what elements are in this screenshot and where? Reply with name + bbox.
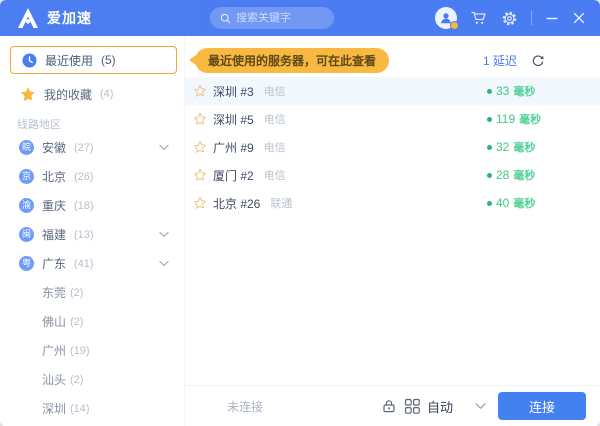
region-badge: 闽 [19, 227, 34, 242]
favorites-label: 我的收藏 [44, 87, 93, 102]
server-carrier: 联通 [270, 198, 293, 210]
favorites-count: (4) [100, 88, 114, 100]
search-input[interactable] [236, 12, 324, 24]
chevron-down-icon[interactable] [159, 144, 169, 151]
region-badge: 渝 [19, 198, 34, 213]
cart-button[interactable] [470, 9, 488, 27]
chevron-down-icon[interactable] [159, 260, 169, 267]
sidebar-city-guangzhou[interactable]: 广州 (19) [0, 336, 184, 365]
connect-button[interactable]: 连接 [498, 392, 586, 420]
region-badge: 粤 [19, 256, 34, 271]
server-row-beijing-26[interactable]: 北京 #26 联通 40 毫秒 [185, 189, 600, 217]
server-row-guangzhou-9[interactable]: 广州 #9 电信 32 毫秒 [185, 133, 600, 161]
tooltip-text: 最近使用的服务器，可在此查看 [208, 54, 377, 68]
sidebar-region-anhui[interactable]: 皖 安徽 (27) [0, 133, 184, 162]
favorite-star-icon[interactable] [193, 168, 207, 182]
sidebar-city-shenzhen[interactable]: 深圳 (14) [0, 394, 184, 423]
lock-icon[interactable] [381, 398, 397, 414]
top-bar: 爱加速 [0, 0, 600, 36]
latency-sort-label[interactable]: 1 延迟 [483, 52, 517, 69]
chevron-down-icon[interactable] [159, 231, 169, 238]
tooltip-arrow-left [189, 55, 196, 65]
connection-bar: 未连接 自动 连接 [185, 385, 600, 426]
server-panel: 最近使用的服务器，可在此查看 1 延迟 深圳 #3 电信 33 毫秒 深圳 #5… [185, 36, 600, 426]
region-badge: 皖 [19, 140, 34, 155]
recent-tooltip: 最近使用的服务器，可在此查看 [189, 48, 390, 73]
app-window: 爱加速 搜索关键字 最近使用 (5) 我的收藏 (4) 线路地区 皖 安徽 (2… [0, 0, 600, 426]
server-latency: 119 毫秒 [487, 111, 557, 127]
favorite-star-icon[interactable] [193, 196, 207, 210]
server-latency: 32 毫秒 [487, 139, 557, 155]
vip-badge [450, 21, 459, 30]
cart-icon [471, 11, 486, 24]
gear-icon [502, 11, 517, 25]
sidebar-city-foshan[interactable]: 佛山 (2) [0, 307, 184, 336]
star-icon [21, 87, 35, 102]
connection-status: 未连接 [227, 399, 264, 414]
server-list: 深圳 #3 电信 33 毫秒 深圳 #5 电信 119 毫秒 广州 #9 电信 32… [185, 77, 600, 217]
server-name: 广州 #9 [213, 140, 254, 155]
topbar-actions [435, 7, 586, 30]
server-carrier: 电信 [263, 142, 286, 154]
server-name: 厦门 #2 [213, 168, 254, 183]
favorite-star-icon[interactable] [193, 140, 207, 154]
close-icon [573, 12, 585, 24]
connection-controls: 自动 连接 [381, 392, 586, 420]
server-carrier: 电信 [263, 170, 286, 182]
server-latency: 40 毫秒 [487, 195, 557, 211]
latency-dot [487, 172, 492, 178]
sidebar-item-favorites[interactable]: 我的收藏 (4) [0, 80, 184, 108]
grid-mode-icon[interactable] [404, 398, 421, 415]
clock-icon [22, 52, 37, 68]
favorite-star-icon[interactable] [193, 84, 207, 98]
app-title: 爱加速 [47, 10, 92, 26]
latency-dot [487, 200, 492, 206]
latency-dot [487, 116, 492, 122]
server-latency: 28 毫秒 [487, 167, 557, 183]
sidebar-region-guangdong[interactable]: 粤 广东 (41) [0, 249, 184, 278]
sidebar-region-fujian[interactable]: 闽 福建 (13) [0, 220, 184, 249]
close-button[interactable] [572, 11, 586, 25]
server-latency: 33 毫秒 [487, 83, 557, 99]
latency-sort: 1 延迟 [483, 52, 545, 69]
settings-button[interactable] [501, 10, 518, 27]
mode-selector[interactable]: 自动 [427, 397, 453, 416]
list-header: 最近使用的服务器，可在此查看 1 延迟 [185, 48, 600, 73]
server-name: 深圳 #5 [213, 112, 254, 127]
recent-label: 最近使用 [45, 53, 94, 68]
topbar-divider [531, 11, 532, 25]
minimize-button[interactable] [545, 11, 559, 25]
sidebar-item-recent[interactable]: 最近使用 (5) [10, 46, 177, 74]
sidebar-region-beijing[interactable]: 京 北京 (26) [0, 162, 184, 191]
app-logo: 爱加速 [16, 7, 92, 29]
search-box[interactable] [210, 7, 334, 29]
latency-dot [487, 88, 492, 94]
sidebar-city-dongguan[interactable]: 东莞 (2) [0, 278, 184, 307]
region-section-label: 线路地区 [17, 119, 61, 131]
search-icon [220, 13, 231, 23]
minimize-icon [546, 17, 558, 20]
server-row-shenzhen-3[interactable]: 深圳 #3 电信 33 毫秒 [185, 77, 600, 105]
sidebar: 最近使用 (5) 我的收藏 (4) 线路地区 皖 安徽 (27) 京 北京 (2… [0, 36, 185, 426]
server-name: 深圳 #3 [213, 84, 254, 99]
server-row-xiamen-2[interactable]: 厦门 #2 电信 28 毫秒 [185, 161, 600, 189]
server-carrier: 电信 [263, 114, 286, 126]
server-name: 北京 #26 [213, 196, 261, 211]
recent-count: (5) [101, 53, 116, 67]
user-avatar[interactable] [435, 7, 459, 30]
refresh-icon[interactable] [531, 54, 545, 68]
server-carrier: 电信 [263, 86, 286, 98]
latency-dot [487, 144, 492, 150]
server-row-shenzhen-5[interactable]: 深圳 #5 电信 119 毫秒 [185, 105, 600, 133]
sidebar-city-shantou[interactable]: 汕头 (2) [0, 365, 184, 394]
logo-icon [18, 8, 38, 28]
mode-chevron-down-icon[interactable] [475, 402, 486, 410]
sidebar-region-chongqing[interactable]: 渝 重庆 (18) [0, 191, 184, 220]
region-badge: 京 [19, 169, 34, 184]
favorite-star-icon[interactable] [193, 112, 207, 126]
